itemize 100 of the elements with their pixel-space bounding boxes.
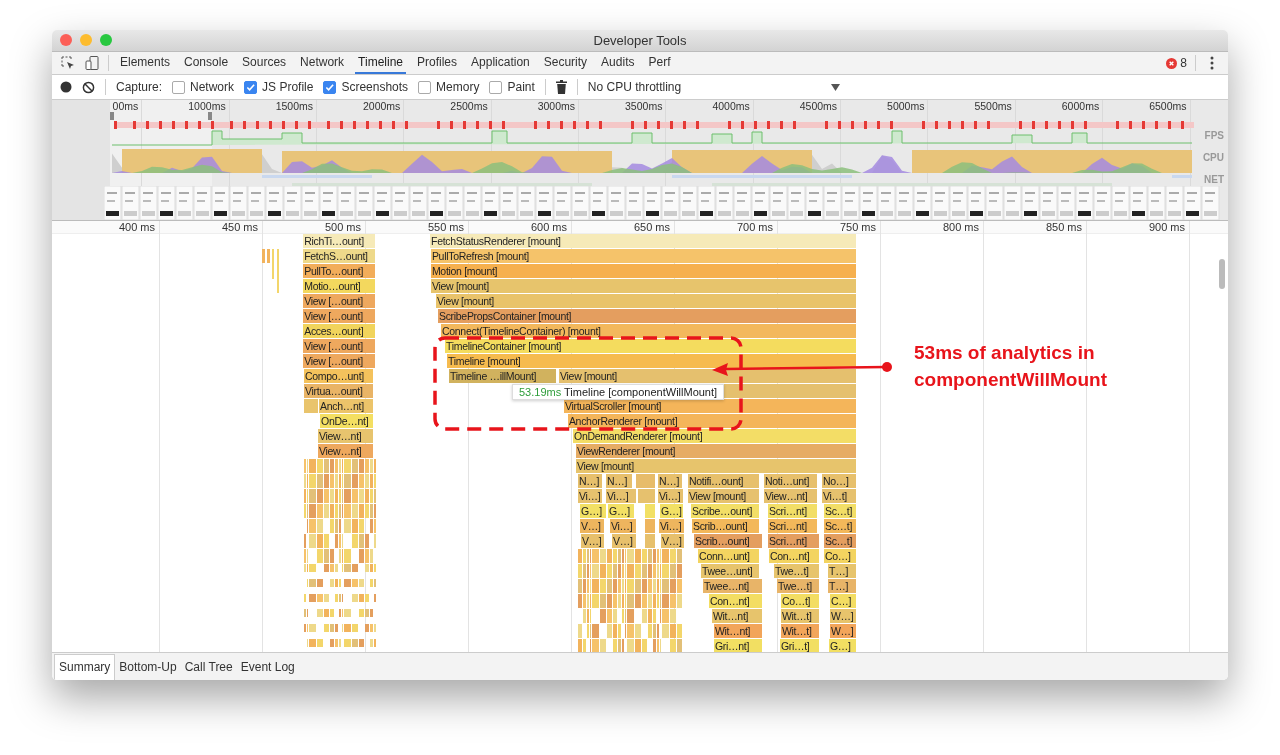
flame-frame[interactable]: Conn…unt]	[698, 549, 759, 563]
panel-tab[interactable]: Network	[297, 52, 348, 74]
flame-frame[interactable]: View […ount]	[303, 309, 375, 323]
flame-frame[interactable]: View…nt]	[764, 489, 817, 503]
flame-frame[interactable]: VirtualScroller [mount]	[564, 399, 856, 413]
capture-checkbox[interactable]: Network	[172, 80, 235, 94]
flame-frame[interactable]: W…]	[829, 609, 856, 623]
close-window-button[interactable]	[60, 34, 72, 46]
flame-frame[interactable]: Twe…t]	[773, 564, 820, 578]
flame-frame[interactable]: Vi…t]	[821, 489, 856, 503]
flame-frame[interactable]: Connect(TimelineContainer) [mount]	[441, 324, 856, 338]
panel-tab[interactable]: Profiles	[414, 52, 461, 74]
scrollbar-thumb[interactable]	[1219, 259, 1225, 289]
flame-frame[interactable]: Scri…nt]	[767, 504, 817, 518]
flame-frame[interactable]: N…]	[606, 474, 632, 488]
flame-frame[interactable]: OnDe…nt]	[320, 414, 374, 428]
flame-frame[interactable]: Notifi…ount]	[688, 474, 759, 488]
flame-frame[interactable]: Sc…t]	[823, 519, 856, 533]
flame-frame[interactable]: View […ount]	[303, 354, 375, 368]
flame-frame[interactable]: FetchStatusRenderer [mount]	[430, 234, 856, 248]
flame-frame[interactable]: G…]	[828, 639, 856, 652]
flame-frame[interactable]: Twe…t]	[777, 579, 820, 593]
panel-tab[interactable]: Security	[540, 52, 591, 74]
panel-tab[interactable]: Perf	[645, 52, 674, 74]
flame-frame[interactable]: No…]	[821, 474, 856, 488]
flame-frame[interactable]: Noti…unt]	[764, 474, 817, 488]
device-toolbar-icon[interactable]	[84, 55, 100, 71]
flame-frame[interactable]: Sc…t]	[823, 534, 856, 548]
flame-frame[interactable]: Timeline …illMount]	[449, 369, 556, 383]
flame-frame[interactable]: Wit…nt]	[713, 624, 762, 638]
capture-checkbox[interactable]: JS Profile	[244, 80, 314, 94]
flame-frame[interactable]: Gri…t]	[779, 639, 820, 652]
range-handle[interactable]	[208, 112, 213, 120]
flame-frame[interactable]: Vi…]	[609, 519, 636, 533]
panel-tab[interactable]: Sources	[239, 52, 290, 74]
panel-tab[interactable]: Timeline	[355, 52, 406, 74]
flame-frame[interactable]: G…]	[580, 504, 607, 518]
flame-frame[interactable]: V…]	[612, 534, 636, 548]
flame-frame[interactable]: W…]	[829, 624, 856, 638]
flame-frame[interactable]: RichTi…ount]	[303, 234, 375, 248]
panel-tab[interactable]: Application	[468, 52, 533, 74]
more-options-icon[interactable]	[1210, 56, 1214, 70]
details-tab[interactable]: Bottom-Up	[115, 653, 181, 680]
capture-checkbox[interactable]: Memory	[418, 80, 480, 94]
flame-frame[interactable]: C…]	[829, 594, 856, 608]
record-icon[interactable]	[60, 81, 72, 93]
flame-frame[interactable]: Con…nt]	[709, 594, 762, 608]
flame-frame[interactable]: N…]	[578, 474, 602, 488]
flame-frame[interactable]: OnDemandRenderer [mount]	[573, 429, 856, 443]
flame-frame[interactable]: N…]	[657, 474, 683, 488]
flame-frame[interactable]: Twee…unt]	[701, 564, 759, 578]
flame-frame[interactable]: T…]	[828, 579, 856, 593]
flame-frame[interactable]: Timeline [mount]	[447, 354, 856, 368]
panel-tab[interactable]: Elements	[117, 52, 174, 74]
flame-frame[interactable]: G…]	[660, 504, 684, 518]
details-tab[interactable]: Summary	[54, 653, 116, 680]
flame-frame[interactable]: Wit…t]	[780, 609, 820, 623]
flame-frame[interactable]: Scrib…ount]	[691, 519, 759, 533]
flame-frame[interactable]: AnchorRenderer [mount]	[567, 414, 856, 428]
panel-tab[interactable]: Audits	[598, 52, 638, 74]
flame-frame[interactable]: View […ount]	[303, 294, 375, 308]
flame-frame[interactable]: View [mount]	[559, 369, 856, 383]
flame-frame[interactable]: ViewRenderer [mount]	[575, 444, 856, 458]
flame-frame[interactable]: Con…nt]	[768, 549, 820, 563]
flame-frame[interactable]: PullToRefresh [mount]	[430, 249, 856, 263]
capture-checkbox[interactable]: Paint	[489, 80, 535, 94]
flame-frame[interactable]: ScribePropsContainer [mount]	[437, 309, 856, 323]
flame-frame[interactable]: Scri…nt]	[767, 534, 820, 548]
panel-tab[interactable]: Console	[181, 52, 232, 74]
range-handle[interactable]	[110, 112, 114, 120]
flame-frame[interactable]: Co…]	[823, 549, 856, 563]
flame-frame[interactable]: Twee…nt]	[703, 579, 762, 593]
flame-frame[interactable]: View…nt]	[318, 429, 374, 443]
flame-frame[interactable]: Virtua…ount]	[304, 384, 374, 398]
flame-frame[interactable]: View…nt]	[318, 444, 374, 458]
flame-frame[interactable]: Scri…nt]	[767, 519, 817, 533]
flame-frame[interactable]: View [mount]	[688, 489, 759, 503]
flame-frame[interactable]: Scrib…ount]	[693, 534, 762, 548]
flame-frame[interactable]: Scribe…ount]	[691, 504, 759, 518]
minimize-window-button[interactable]	[80, 34, 92, 46]
flame-frame[interactable]: Compo…unt]	[304, 369, 374, 383]
cpu-throttling-dropdown[interactable]: No CPU throttling	[587, 80, 841, 94]
flame-frame[interactable]: T…]	[828, 564, 856, 578]
clear-icon[interactable]	[82, 80, 95, 94]
flame-frame[interactable]: V…]	[661, 534, 684, 548]
details-tab[interactable]: Call Tree	[180, 653, 237, 680]
flame-frame[interactable]: V…]	[580, 534, 604, 548]
flame-frame[interactable]: View [mount]	[436, 294, 856, 308]
flame-frame[interactable]: Vi…]	[658, 519, 684, 533]
inspect-element-icon[interactable]	[60, 55, 76, 71]
flame-frame[interactable]: TimelineContainer [mount]	[444, 339, 856, 353]
flame-frame[interactable]: Wit…nt]	[711, 609, 762, 623]
flame-frame[interactable]: View [mount]	[430, 279, 856, 293]
zoom-window-button[interactable]	[100, 34, 112, 46]
flame-frame[interactable]: V…]	[580, 519, 604, 533]
capture-checkbox[interactable]: Screenshots	[323, 80, 409, 94]
flame-frame[interactable]: Vi…]	[657, 489, 684, 503]
flame-frame[interactable]: PullTo…ount]	[303, 264, 375, 278]
flame-frame[interactable]: View […ount]	[303, 339, 375, 353]
flame-frame[interactable]: Vi…]	[578, 489, 602, 503]
